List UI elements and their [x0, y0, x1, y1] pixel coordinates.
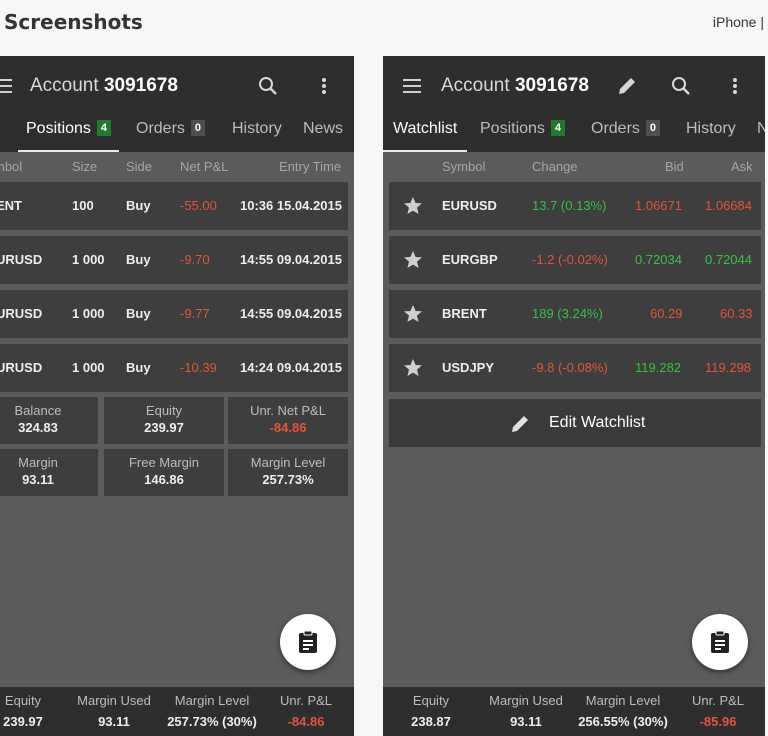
menu-icon[interactable]: [403, 79, 421, 93]
menu-icon[interactable]: [0, 79, 12, 93]
account-status-bar: Equity 238.87 Margin Used 93.11 Margin Lev…: [383, 687, 765, 736]
new-order-fab[interactable]: [692, 614, 748, 670]
position-row[interactable]: URUSD 1 000 Buy -9.77 14:55 09.04.2015: [0, 290, 348, 338]
tab-positions[interactable]: Positions 4: [18, 116, 120, 152]
screenshots-page: Screenshots iPhone | Account 3091678 t: [0, 0, 768, 736]
position-row[interactable]: URUSD 1 000 Buy -9.70 14:55 09.04.2015: [0, 236, 348, 284]
positions-screenshot: Account 3091678 t Positions4 Orders0 His…: [0, 56, 354, 736]
tab-orders[interactable]: Orders 0: [591, 116, 661, 152]
status-margin-used: Margin Used 93.11: [489, 693, 563, 729]
clipboard-icon: [299, 630, 317, 653]
star-icon[interactable]: [403, 250, 423, 270]
summary-balance: Balance 324.83: [0, 397, 98, 444]
search-icon[interactable]: [254, 72, 282, 100]
positions-count-badge: 4: [96, 120, 112, 136]
orders-count-badge: 0: [645, 120, 661, 136]
position-row[interactable]: ENT 100 Buy -55.00 10:36 15.04.2015: [0, 182, 348, 230]
watchlist-row[interactable]: BRENT 189 (3.24%) 60.29 60.33: [389, 290, 761, 338]
account-title: Account 3091678: [30, 75, 178, 96]
watchlist-row[interactable]: EURUSD 13.7 (0.13%) 1.06671 1.06684: [389, 182, 761, 230]
page-title: Screenshots: [4, 10, 143, 34]
edit-pencil-icon[interactable]: [613, 72, 641, 100]
summary-margin-level: Margin Level 257.73%: [228, 449, 348, 496]
status-margin-level: Margin Level 256.55% (30%): [578, 693, 668, 729]
clipboard-icon: [711, 630, 729, 653]
positions-column-header: mbol Size Side Net P&L Entry Time: [0, 159, 342, 174]
tab-news-partial[interactable]: N: [757, 116, 765, 152]
platform-link[interactable]: iPhone |: [713, 14, 764, 30]
watchlist-row[interactable]: EURGBP -1.2 (-0.02%) 0.72034 0.72044: [389, 236, 761, 284]
account-number: 3091678: [103, 75, 178, 96]
search-icon[interactable]: [667, 72, 695, 100]
summary-equity: Equity 239.97: [104, 397, 224, 444]
tab-history[interactable]: History: [686, 116, 736, 152]
status-unrealized-pnl: Unr. P&L -85.96: [691, 693, 745, 729]
status-equity: Equity 238.87: [411, 693, 451, 729]
summary-free-margin: Free Margin 146.86: [104, 449, 224, 496]
edit-watchlist-button[interactable]: Edit Watchlist: [389, 399, 761, 447]
position-row[interactable]: URUSD 1 000 Buy -10.39 14:24 09.04.2015: [0, 344, 348, 392]
app-bar: Account 3091678 Watchlist Positions 4 Ord…: [383, 56, 765, 152]
more-vert-icon[interactable]: [310, 72, 338, 100]
summary-unrealized-pnl: Unr. Net P&L -84.86: [228, 397, 348, 444]
status-unrealized-pnl: Unr. P&L -84.86: [279, 693, 333, 729]
watchlist-column-header: Symbol Change Bid Ask: [442, 159, 753, 174]
tab-watchlist[interactable]: Watchlist: [383, 116, 468, 152]
summary-margin: Margin 93.11: [0, 449, 98, 496]
app-bar: Account 3091678 t Positions4 Orders0 His…: [0, 56, 354, 152]
tab-history[interactable]: History: [232, 116, 282, 152]
account-title: Account 3091678: [441, 75, 589, 96]
status-equity: Equity 239.97: [3, 693, 43, 729]
watchlist-screenshot: Account 3091678 Watchlist Positions 4 Ord…: [383, 56, 765, 736]
star-icon[interactable]: [403, 304, 423, 324]
more-vert-icon[interactable]: [721, 72, 749, 100]
pencil-icon: [512, 416, 528, 432]
account-number: 3091678: [514, 75, 589, 96]
star-icon[interactable]: [403, 196, 423, 216]
tab-positions[interactable]: Positions 4: [480, 116, 566, 152]
orders-count-badge: 0: [190, 120, 206, 136]
watchlist-row[interactable]: USDJPY -9.8 (-0.08%) 119.282 119.298: [389, 344, 761, 392]
account-status-bar: Equity 239.97 Margin Used 93.11 Margin Lev…: [0, 687, 354, 736]
star-icon[interactable]: [403, 358, 423, 378]
tab-news[interactable]: News: [303, 116, 343, 152]
tab-orders[interactable]: Orders 0: [136, 116, 206, 152]
new-order-fab[interactable]: [280, 614, 336, 670]
status-margin-level: Margin Level 257.73% (30%): [167, 693, 257, 729]
status-margin-used: Margin Used 93.11: [77, 693, 151, 729]
positions-count-badge: 4: [550, 120, 566, 136]
